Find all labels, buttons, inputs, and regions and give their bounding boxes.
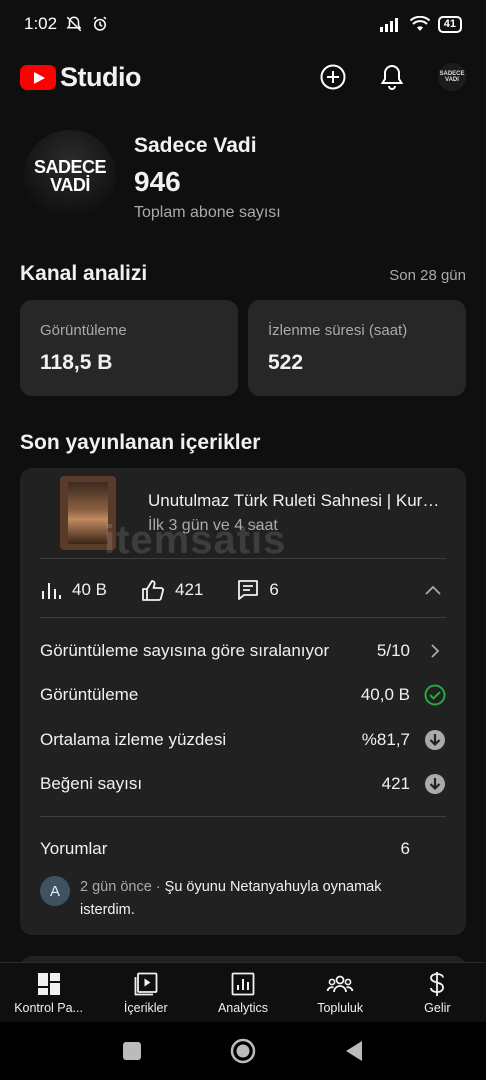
recent-content-header: Son yayınlanan içerikler xyxy=(20,431,466,455)
logo-text: Studio xyxy=(60,61,141,92)
analytics-icon xyxy=(231,971,255,997)
comment-item[interactable]: A 2 gün önce · Şu öyunu Netanyahuyla oyn… xyxy=(40,876,446,922)
alarm-icon xyxy=(93,16,107,31)
bottom-nav: Kontrol Pa... İçerikler Analytics Toplul… xyxy=(0,962,486,1022)
nav-dashboard[interactable]: Kontrol Pa... xyxy=(0,963,97,1022)
studio-logo[interactable]: Studio xyxy=(20,62,141,93)
subscriber-count: 946 xyxy=(134,166,181,197)
views-detail-row: Görüntüleme 40,0 B xyxy=(40,681,446,709)
channel-name: Sadece Vadi xyxy=(134,134,257,157)
subscriber-label: Toplam abone sayısı xyxy=(134,204,281,221)
channel-avatar-line2: VADİ xyxy=(50,175,90,195)
nav-label: Analytics xyxy=(217,1000,268,1015)
signal-icon xyxy=(379,18,398,32)
latest-video-card: Unutulmaz Türk Ruleti Sahnesi | Kurtlar … xyxy=(20,468,466,935)
detail-label: Ortalama izleme yüzdesi xyxy=(40,730,227,749)
thumbs-up-icon xyxy=(142,580,164,601)
metric-label: Görüntüleme xyxy=(40,322,127,339)
notifications-muted-icon xyxy=(66,16,82,32)
period-label: Son 28 gün xyxy=(389,267,466,284)
wifi-icon xyxy=(409,16,430,31)
detail-value: 40,0 B xyxy=(360,685,410,704)
comments-count: 6 xyxy=(269,580,279,599)
status-bar: 1:02 41 xyxy=(0,0,486,48)
comment-body: 2 gün önce · Şu öyunu Netanyahuyla oynam… xyxy=(80,876,400,922)
watch-time-metric-card[interactable]: İzlenme süresi (saat) 522 xyxy=(248,300,466,396)
dollar-icon xyxy=(428,971,446,997)
back-icon[interactable] xyxy=(344,1040,364,1062)
divider xyxy=(40,816,446,817)
likes-detail-row: Beğeni sayısı 421 xyxy=(40,770,446,798)
account-avatar[interactable]: SADECE VADI xyxy=(438,63,466,91)
metric-value: 118,5 B xyxy=(40,351,113,374)
nav-community[interactable]: Topluluk xyxy=(292,963,389,1022)
detail-label: Beğeni sayısı xyxy=(40,774,143,793)
channel-analytics-header: Kanal analizi Son 28 gün xyxy=(20,262,466,286)
likes-stat: 421 xyxy=(141,579,203,601)
views-metric-card[interactable]: Görüntüleme 118,5 B xyxy=(20,300,238,396)
views-count: 40 B xyxy=(72,580,107,599)
home-icon[interactable] xyxy=(230,1038,256,1064)
nav-label: Gelir xyxy=(424,1000,451,1015)
ranking-row[interactable]: Görüntüleme sayısına göre sıralanıyor 5/… xyxy=(40,637,446,665)
nav-label: İçerikler xyxy=(123,1000,168,1015)
divider xyxy=(40,558,446,559)
comments-row[interactable]: Yorumlar 6 xyxy=(40,835,446,863)
community-icon xyxy=(326,971,354,997)
comments-label: Yorumlar xyxy=(40,839,108,858)
arrow-down-circle-icon xyxy=(424,729,446,751)
system-nav-bar xyxy=(0,1022,486,1080)
chevron-up-icon[interactable] xyxy=(424,584,442,596)
nav-label: Kontrol Pa... xyxy=(14,1000,83,1015)
nav-earn[interactable]: Gelir xyxy=(389,963,486,1022)
arrow-down-circle-icon xyxy=(424,773,446,795)
comments-stat: 6 xyxy=(237,579,279,601)
chevron-right-icon xyxy=(424,640,446,662)
youtube-play-icon xyxy=(20,64,56,90)
channel-avatar-line1: SADECE xyxy=(33,157,107,177)
video-title: Unutulmaz Türk Ruleti Sahnesi | Kurtlar … xyxy=(148,491,444,510)
nav-analytics[interactable]: Analytics xyxy=(194,963,291,1022)
check-circle-icon xyxy=(424,684,446,706)
commenter-avatar: A xyxy=(40,876,70,906)
content-icon xyxy=(134,971,158,997)
channel-avatar: SADECE VADİ xyxy=(24,130,116,222)
comment-meta: 2 gün önce · xyxy=(80,879,165,895)
channel-header: SADECE VADİ Sadece Vadi 946 Toplam abone… xyxy=(24,130,281,222)
nav-content[interactable]: İçerikler xyxy=(97,963,194,1022)
section-title: Kanal analizi xyxy=(20,262,148,285)
section-title: Son yayınlanan içerikler xyxy=(20,431,261,454)
likes-count: 421 xyxy=(174,580,204,599)
create-icon[interactable] xyxy=(320,64,346,90)
metric-label: İzlenme süresi (saat) xyxy=(268,322,408,339)
watermark: itemsatis xyxy=(104,518,287,562)
app-bar: Studio SADECE VADI xyxy=(0,52,486,102)
status-time: 1:02 xyxy=(24,14,58,33)
divider xyxy=(40,617,446,618)
battery-icon: 41 xyxy=(437,15,462,33)
detail-value: 421 xyxy=(381,774,410,793)
avg-watch-row: Ortalama izleme yüzdesi %81,7 xyxy=(40,726,446,754)
comments-total: 6 xyxy=(400,839,410,858)
comment-icon xyxy=(238,580,259,600)
detail-label: Görüntüleme xyxy=(40,685,139,704)
detail-value: 5/10 xyxy=(376,641,410,660)
bar-chart-icon xyxy=(42,583,61,599)
nav-label: Topluluk xyxy=(317,1000,364,1015)
bell-icon[interactable] xyxy=(380,64,404,90)
dashboard-icon xyxy=(37,971,61,997)
detail-label: Görüntüleme sayısına göre sıralanıyor xyxy=(40,641,330,660)
detail-value: %81,7 xyxy=(361,730,410,749)
video-stats-row: 40 B 421 6 xyxy=(40,578,446,602)
recents-icon[interactable] xyxy=(122,1041,142,1061)
views-stat: 40 B xyxy=(40,580,107,600)
metric-value: 522 xyxy=(268,351,304,374)
